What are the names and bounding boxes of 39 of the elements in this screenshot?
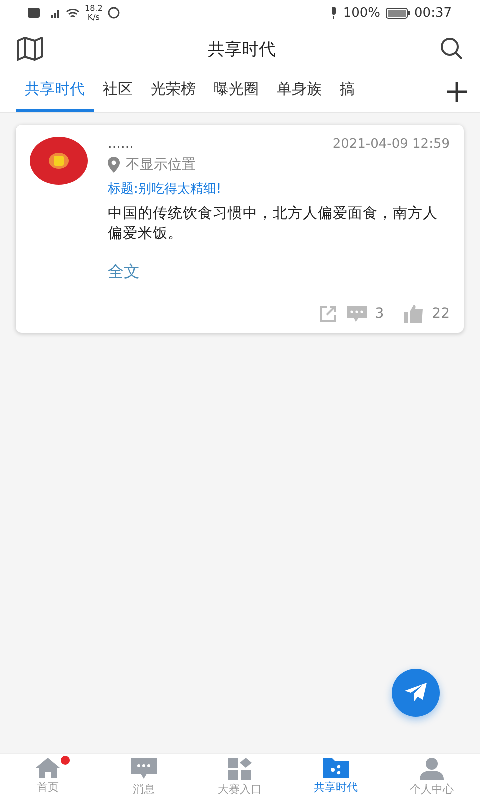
- microphone-icon: [330, 7, 338, 19]
- home-icon: [36, 758, 60, 778]
- post-title: 标题:别吃得太精细!: [108, 181, 223, 198]
- speed-unit: K/s: [88, 13, 100, 22]
- network-speed: 18.2: [85, 4, 103, 13]
- category-tab[interactable]: 光荣榜: [142, 72, 205, 112]
- category-tab[interactable]: 曝光圈: [205, 72, 268, 112]
- category-tab[interactable]: 搞: [331, 72, 364, 112]
- nav-item[interactable]: 消息: [96, 754, 192, 800]
- nav-item[interactable]: 共享时代: [288, 754, 384, 800]
- comment-count: 3: [375, 306, 384, 322]
- category-tab[interactable]: 社区: [94, 72, 142, 112]
- wifi-icon: [66, 8, 80, 18]
- page-title: 共享时代: [208, 38, 276, 60]
- battery-icon: [386, 8, 410, 18]
- author-name: ……: [108, 137, 134, 152]
- battery-percent: 100%: [343, 6, 381, 20]
- like-count: 22: [432, 306, 450, 322]
- nav-item[interactable]: 大赛入口: [192, 754, 288, 800]
- send-button[interactable]: [392, 669, 440, 717]
- full-text-link[interactable]: 全文: [108, 262, 140, 283]
- paper-plane-icon: [405, 683, 427, 703]
- chat-icon: [131, 758, 157, 780]
- post-body: 中国的传统饮食习惯中，北方人偏爱面食，南方人偏爱米饭。: [108, 204, 439, 244]
- location-pin-icon: [108, 157, 120, 173]
- grid-icon: [228, 758, 252, 780]
- nav-item[interactable]: 个人中心: [384, 754, 480, 800]
- folder-icon: [323, 758, 349, 778]
- search-icon[interactable]: [440, 37, 464, 61]
- thumbs-up-icon[interactable]: [404, 305, 424, 323]
- person-icon: [420, 758, 444, 780]
- add-icon[interactable]: [446, 81, 468, 103]
- category-tab[interactable]: 单身族: [268, 72, 331, 112]
- post-time: 2021-04-09 12:59: [332, 137, 450, 152]
- map-icon[interactable]: [16, 37, 44, 61]
- nav-item[interactable]: 首页: [0, 754, 96, 800]
- location-text: 不显示位置: [126, 156, 196, 174]
- category-tab[interactable]: 共享时代: [16, 72, 94, 112]
- clock: 00:37: [414, 6, 452, 20]
